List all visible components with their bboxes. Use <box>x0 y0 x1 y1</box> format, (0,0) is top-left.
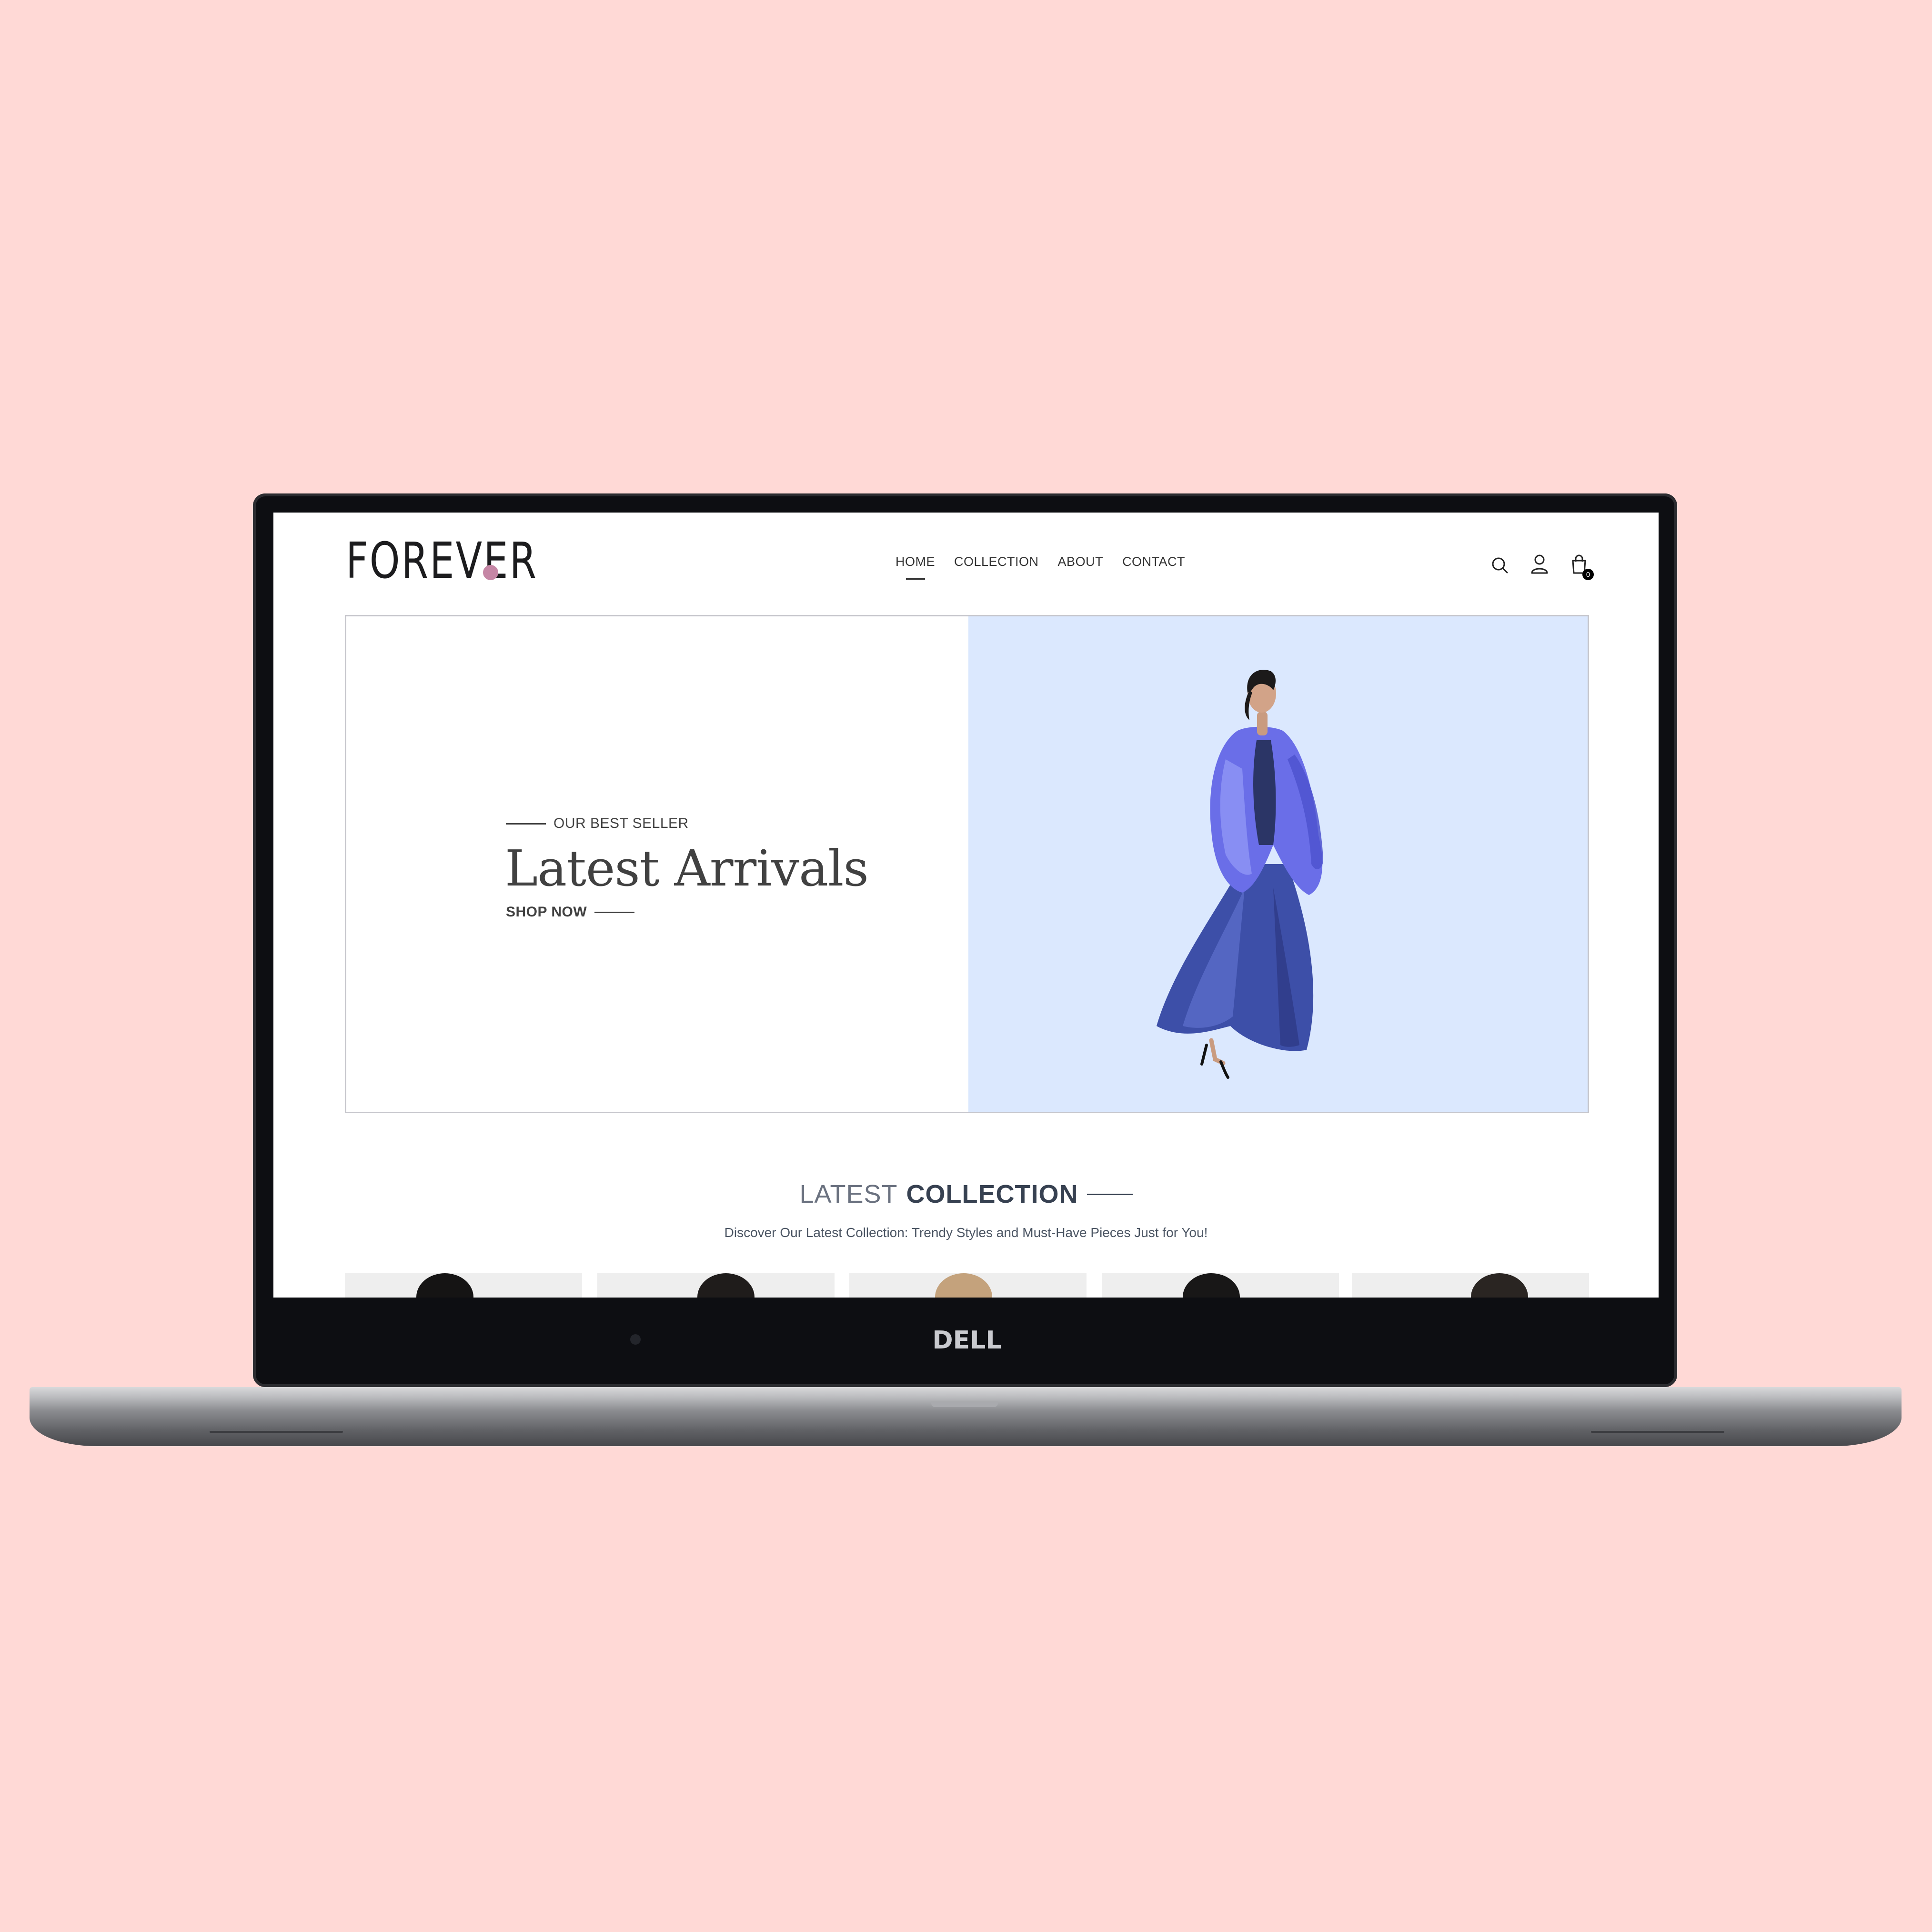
speaker-vent <box>1591 1431 1724 1433</box>
latest-collection-title-part-2: COLLECTION <box>906 1180 1078 1208</box>
product-image <box>697 1273 755 1298</box>
hinge-notch <box>931 1401 998 1407</box>
product-card[interactable] <box>345 1273 582 1298</box>
cart-count-badge: 0 <box>1582 569 1594 580</box>
search-button[interactable] <box>1489 554 1511 576</box>
main-nav: HOME COLLECTION ABOUT CONTACT <box>896 554 1185 569</box>
laptop-base <box>30 1387 1902 1446</box>
nav-home[interactable]: HOME <box>896 554 935 569</box>
product-image <box>416 1273 473 1298</box>
product-image <box>935 1273 992 1298</box>
product-card[interactable] <box>1102 1273 1339 1298</box>
site-logo[interactable]: FOREVER <box>346 532 592 590</box>
site-logo-text: FOREVER <box>346 532 538 590</box>
shop-now-link[interactable]: SHOP NOW <box>506 904 635 920</box>
search-icon <box>1492 557 1508 574</box>
hero-kicker-text: OUR BEST SELLER <box>553 815 689 831</box>
webcam <box>630 1334 641 1345</box>
hero-title: Latest Arrivals <box>505 839 869 897</box>
profile-icon <box>1531 554 1548 574</box>
nav-contact[interactable]: CONTACT <box>1122 554 1185 569</box>
hero-model-image <box>1157 670 1323 1079</box>
latest-collection-heading: LATEST COLLECTION <box>273 1179 1659 1209</box>
product-card[interactable] <box>849 1273 1087 1298</box>
dell-logo: DELL <box>905 1323 1029 1357</box>
svg-text:DELL: DELL <box>933 1327 1002 1353</box>
hero-image-panel <box>968 616 1588 1112</box>
nav-about[interactable]: ABOUT <box>1058 554 1104 569</box>
website: FOREVER HOME COLLECTION ABOUT CONTACT 0 … <box>273 513 1659 1298</box>
cta-rule <box>594 911 635 913</box>
product-image <box>1471 1273 1528 1298</box>
hero-banner: OUR BEST SELLER Latest Arrivals SHOP NOW <box>345 615 1589 1113</box>
latest-collection-title-part-1: LATEST <box>799 1180 898 1208</box>
dell-logo-mark: DELL <box>933 1327 1002 1353</box>
hero-kicker: OUR BEST SELLER <box>506 815 689 832</box>
profile-button[interactable] <box>1529 553 1550 575</box>
logo-dot <box>483 565 498 580</box>
speaker-vent <box>210 1431 343 1433</box>
product-card[interactable] <box>1352 1273 1589 1298</box>
cart-button[interactable]: 0 <box>1568 553 1594 580</box>
nav-collection[interactable]: COLLECTION <box>954 554 1039 569</box>
shop-now-label: SHOP NOW <box>506 904 587 920</box>
kicker-rule <box>506 823 546 825</box>
product-image <box>1183 1273 1240 1298</box>
product-card[interactable] <box>597 1273 835 1298</box>
latest-collection-subtitle: Discover Our Latest Collection: Trendy S… <box>724 1225 1208 1240</box>
browser-viewport: FOREVER HOME COLLECTION ABOUT CONTACT 0 … <box>273 513 1659 1298</box>
section-title-rule <box>1087 1193 1133 1195</box>
hero-text-panel: OUR BEST SELLER Latest Arrivals SHOP NOW <box>346 616 968 1112</box>
